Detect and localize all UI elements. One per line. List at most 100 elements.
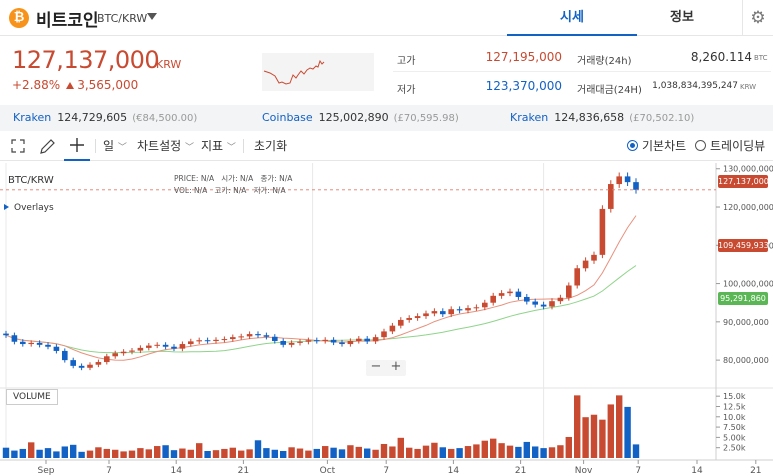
candle-body — [465, 308, 471, 311]
volume-bar — [296, 448, 304, 458]
overlays-label: Overlays — [14, 203, 54, 213]
time-tick-label: Nov — [575, 466, 593, 476]
ohlc-label: 종가: — [260, 174, 277, 183]
ma-fast-line — [5, 215, 637, 361]
price-chart[interactable]: 130,000,000120,000,000110,000,000100,000… — [0, 0, 773, 476]
candle-body — [297, 341, 303, 343]
price-tick-label: 100,000,000 — [723, 280, 773, 289]
volume-bar — [380, 443, 388, 458]
candle-body — [574, 268, 580, 286]
volume-bar — [355, 446, 362, 458]
candle-body — [95, 362, 102, 365]
volume-bar — [632, 444, 640, 458]
volume-bar — [28, 442, 35, 458]
volume-bar — [590, 414, 598, 458]
candle-body — [263, 335, 270, 337]
time-tick-label: 14 — [170, 466, 182, 476]
candle-body — [171, 346, 177, 349]
volume-bar — [154, 446, 161, 458]
candle-body — [515, 291, 522, 297]
candle-body — [36, 342, 43, 345]
candle-body — [280, 340, 286, 345]
candle-body — [482, 302, 488, 308]
volume-tick-label: 5.00k — [723, 433, 746, 442]
candle-body — [406, 318, 412, 320]
candle-body — [129, 350, 135, 352]
volume-bar — [313, 448, 320, 458]
candle-body — [196, 340, 202, 342]
chart-symbol: BTC/KRW — [8, 175, 54, 186]
volume-bar — [448, 448, 455, 458]
candle-body — [272, 336, 278, 341]
volume-bar — [86, 450, 94, 458]
volume-bar — [70, 444, 77, 458]
chart-axes: 130,000,000120,000,000110,000,000100,000… — [0, 165, 773, 476]
volume-bar — [162, 445, 169, 458]
candle-body — [582, 260, 589, 269]
volume-bar — [338, 449, 346, 458]
candle-body — [238, 336, 244, 338]
volume-bar — [473, 444, 480, 458]
volume-bar — [364, 448, 371, 458]
volume-bar — [422, 445, 430, 458]
volume-bar — [372, 449, 379, 458]
candle-body — [372, 337, 379, 342]
candle-body — [314, 340, 320, 342]
volume-bar — [53, 451, 60, 458]
candle-body — [398, 319, 404, 326]
ohlc-label: 저가: — [253, 186, 270, 195]
volume-bar — [196, 443, 203, 458]
moving-averages — [5, 215, 637, 361]
candle-body — [20, 341, 26, 345]
volume-tick-label: 7.50k — [723, 423, 746, 432]
candle-body — [53, 346, 60, 351]
volume-bar — [44, 448, 52, 458]
volume-bar — [481, 440, 488, 458]
volume-bar — [238, 450, 245, 458]
zoom-out-button[interactable]: − — [366, 359, 386, 374]
time-tick-label: 21 — [515, 466, 526, 476]
ma-slow-tag: 95,291,860 — [718, 292, 768, 305]
volume-bar — [506, 445, 514, 458]
candle-body — [524, 296, 530, 302]
candle-body — [146, 345, 152, 348]
volume-bar — [254, 440, 262, 458]
candle-body — [28, 342, 34, 345]
price-tick-label: 120,000,000 — [723, 203, 773, 212]
volume-bar — [599, 419, 606, 458]
time-tick-label: 7 — [635, 466, 641, 476]
volume-bar — [540, 448, 547, 458]
volume-bar — [548, 447, 556, 458]
volume-bar — [263, 448, 270, 458]
candle-body — [87, 364, 93, 368]
volume-bar — [389, 446, 396, 458]
candle-body — [507, 291, 513, 294]
price-tick-label: 130,000,000 — [723, 165, 773, 174]
candle-body — [104, 356, 110, 363]
candle-body — [557, 297, 564, 302]
ohlc-label: PRICE: — [174, 174, 199, 183]
ohlc-value: N/A — [194, 186, 208, 195]
candle-body — [339, 342, 345, 345]
candle-body — [490, 295, 496, 303]
candle-body — [3, 333, 9, 336]
candle-body — [305, 340, 312, 342]
volume-bar — [490, 438, 497, 458]
volume-tick-label: 15.0k — [723, 392, 746, 401]
volume-bar — [616, 395, 623, 458]
volume-bar — [456, 448, 463, 458]
overlays-toggle[interactable]: Overlays — [4, 203, 54, 213]
volume-bar — [582, 417, 589, 458]
candle-body — [188, 341, 194, 345]
ohlc-row-1: PRICE: N/A 시가: N/A 종가: N/A — [174, 173, 292, 184]
volume-bar — [19, 448, 26, 458]
ohlc-row-2: VOL: N/A 고가: N/A 저가: N/A — [174, 185, 286, 196]
ma-fast-tag: 109,459,933 — [718, 239, 769, 252]
volume-bar — [565, 436, 572, 458]
candle-body — [112, 353, 118, 357]
time-tick-label: Oct — [320, 466, 336, 476]
time-tick-label: 7 — [383, 466, 389, 476]
zoom-in-button[interactable]: + — [386, 359, 406, 374]
volume-bar — [246, 449, 253, 458]
volume-bar — [431, 442, 438, 458]
